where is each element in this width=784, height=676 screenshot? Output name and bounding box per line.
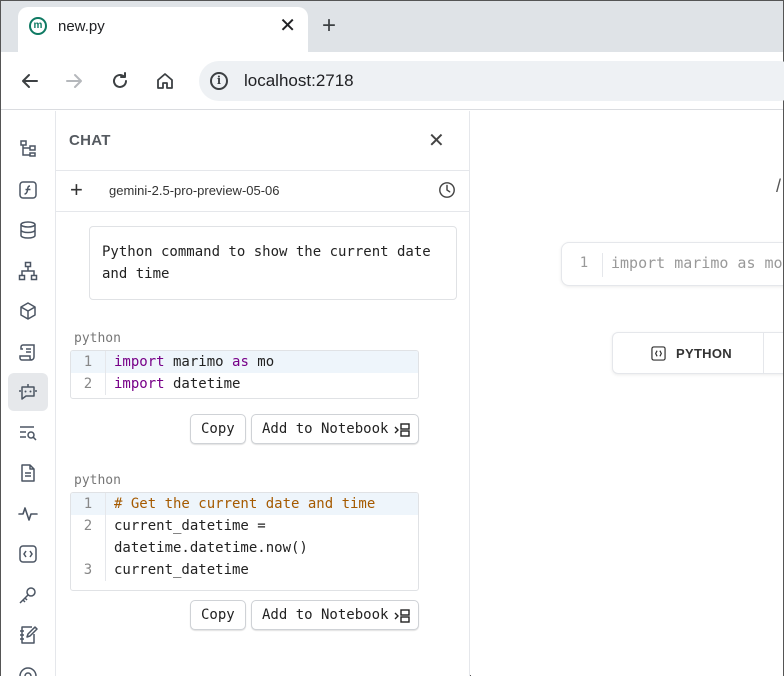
code-line: 2 import datetime <box>71 373 418 395</box>
user-message: Python command to show the current date … <box>89 226 457 300</box>
browser-tab[interactable]: m new.py ✕ <box>18 7 308 52</box>
forward-button[interactable] <box>61 68 87 94</box>
code-language-label: python <box>74 331 121 346</box>
function-icon <box>19 181 37 199</box>
browser-toolbar: i localhost:2718 <box>1 52 784 110</box>
site-info-icon[interactable]: i <box>210 72 228 90</box>
model-selector[interactable]: gemini-2.5-pro-preview-05-06 <box>109 183 280 198</box>
dependency-graph-icon <box>18 261 38 281</box>
code-language-label: python <box>74 473 121 488</box>
add-cell-icon <box>394 609 410 623</box>
sidebar-item-files[interactable] <box>8 129 48 167</box>
history-clock-icon[interactable] <box>438 181 456 199</box>
cell-code[interactable]: import marimo as mo <box>611 254 783 272</box>
sidebar-item-outline[interactable] <box>8 333 48 371</box>
code-braces-icon <box>19 545 37 563</box>
scroll-icon <box>19 344 35 361</box>
python-button-label: PYTHON <box>676 346 732 361</box>
search-list-icon <box>20 426 37 441</box>
chat-title: CHAT <box>69 132 111 149</box>
sidebar-item-chat[interactable] <box>8 373 48 411</box>
sidebar-item-scratchpad[interactable] <box>8 616 48 654</box>
package-icon <box>20 302 36 320</box>
code-block[interactable]: 1 # Get the current date and time 2 curr… <box>70 492 419 591</box>
copy-button[interactable]: Copy <box>190 414 246 444</box>
arrow-left-icon <box>22 74 38 88</box>
tab-title: new.py <box>58 18 105 35</box>
sidebar-item-logs[interactable] <box>8 414 48 452</box>
code-line: 2 current_datetime = <box>71 515 418 537</box>
chat-subheader: + gemini-2.5-pro-preview-05-06 <box>56 171 469 212</box>
notebook-cell[interactable]: 1 import marimo as mo <box>561 242 783 286</box>
sidebar-item-tracing[interactable] <box>8 495 48 533</box>
home-button[interactable] <box>152 68 178 94</box>
sidebar-item-packages[interactable] <box>8 292 48 330</box>
help-icon <box>19 667 37 676</box>
database-icon <box>20 221 36 239</box>
url-text: localhost:2718 <box>244 71 354 90</box>
marimo-favicon-icon: m <box>29 17 47 35</box>
code-block[interactable]: 1 import marimo as mo 2 import datetime <box>70 350 419 399</box>
add-to-notebook-button[interactable]: Add to Notebook <box>251 600 419 630</box>
sidebar-item-help[interactable] <box>8 657 48 676</box>
sidebar-item-snippets[interactable] <box>8 535 48 573</box>
notebook-edit-icon <box>20 626 38 644</box>
sidebar-item-variables[interactable] <box>8 171 48 209</box>
chat-panel: CHAT ✕ + gemini-2.5-pro-preview-05-06 Py… <box>56 111 470 676</box>
document-icon <box>21 464 35 482</box>
key-icon <box>19 587 36 604</box>
sidebar-item-datasources[interactable] <box>8 211 48 249</box>
add-python-cell-button[interactable]: PYTHON <box>612 332 783 374</box>
add-to-notebook-button[interactable]: Add to Notebook <box>251 414 419 444</box>
tab-close-icon[interactable]: ✕ <box>279 14 296 38</box>
sidebar-item-documentation[interactable] <box>8 454 48 492</box>
notebook-path-fragment: / <box>776 176 782 196</box>
copy-button[interactable]: Copy <box>190 600 246 630</box>
reload-icon <box>113 72 127 88</box>
notebook-area: / 1 import marimo as mo PYTHON <box>471 111 783 676</box>
close-chat-icon[interactable]: ✕ <box>428 128 445 153</box>
sidebar-item-secrets[interactable] <box>8 576 48 614</box>
add-cell-icon <box>394 423 410 437</box>
activity-icon <box>18 507 38 521</box>
chat-header: CHAT ✕ <box>56 111 469 171</box>
reload-button[interactable] <box>107 68 133 94</box>
cell-line-number: 1 <box>579 255 589 271</box>
code-line: 1 import marimo as mo <box>71 351 418 373</box>
file-tree-icon <box>20 140 36 157</box>
browser-tab-strip: m new.py ✕ + <box>1 1 783 52</box>
code-line: 1 # Get the current date and time <box>71 493 418 515</box>
sidebar-item-dependencies[interactable] <box>8 252 48 290</box>
arrow-right-icon <box>66 74 82 88</box>
code-braces-icon <box>651 346 666 361</box>
home-icon <box>157 73 173 89</box>
address-bar[interactable]: i localhost:2718 <box>199 61 784 101</box>
chat-bot-icon <box>19 384 37 400</box>
new-chat-button[interactable]: + <box>70 178 83 202</box>
code-line: datetime.datetime.now() <box>71 537 418 559</box>
app-sidebar <box>1 111 56 676</box>
back-button[interactable] <box>17 68 43 94</box>
code-line: 3 current_datetime <box>71 559 418 581</box>
new-tab-button[interactable]: + <box>322 13 336 39</box>
